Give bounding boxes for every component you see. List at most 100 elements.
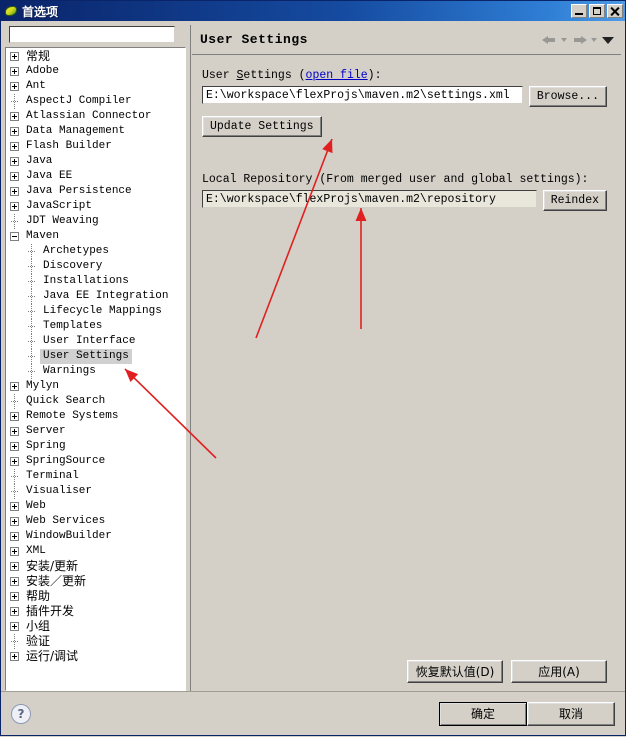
- tree-item-windowbuilder[interactable]: WindowBuilder: [6, 529, 185, 544]
- tree-item-maven[interactable]: Maven: [6, 229, 185, 244]
- view-menu-chevron-down-icon[interactable]: [601, 33, 615, 47]
- open-paren: (: [298, 69, 306, 82]
- expand-box-icon[interactable]: [8, 544, 23, 559]
- update-settings-row: Update Settings: [202, 116, 607, 137]
- ok-button[interactable]: 确定: [439, 701, 527, 726]
- expand-box-icon[interactable]: [8, 379, 23, 394]
- user-settings-path-input[interactable]: [202, 86, 523, 104]
- tree-item-[interactable]: 安装/更新: [6, 559, 185, 574]
- tree-item-java-ee[interactable]: Java EE: [6, 169, 185, 184]
- expand-box-icon[interactable]: [8, 649, 23, 664]
- expand-box-icon[interactable]: [8, 184, 23, 199]
- tree-item-[interactable]: 小组: [6, 619, 185, 634]
- question-mark-icon[interactable]: ?: [11, 703, 31, 724]
- tree-item-server[interactable]: Server: [6, 424, 185, 439]
- tree-item-jdt-weaving[interactable]: JDT Weaving: [6, 214, 185, 229]
- tree-item-[interactable]: 验证: [6, 634, 185, 649]
- tree-item-web-services[interactable]: Web Services: [6, 514, 185, 529]
- tree-item-springsource[interactable]: SpringSource: [6, 454, 185, 469]
- tree-item-user-settings[interactable]: User Settings: [6, 349, 185, 364]
- preferences-tree[interactable]: 常规 Adobe Ant AspectJ Compiler Atlassian Conn…: [5, 47, 186, 691]
- tree-item-adobe[interactable]: Adobe: [6, 64, 185, 79]
- search-input[interactable]: [9, 26, 175, 43]
- tree-item-discovery[interactable]: Discovery: [6, 259, 185, 274]
- tree-item-[interactable]: 插件开发: [6, 604, 185, 619]
- tree-item-terminal[interactable]: Terminal: [6, 469, 185, 484]
- expand-box-icon[interactable]: [8, 424, 23, 439]
- cancel-button[interactable]: 取消: [527, 701, 615, 726]
- close-button[interactable]: [607, 4, 623, 18]
- tree-item-flash-builder[interactable]: Flash Builder: [6, 139, 185, 154]
- open-file-link[interactable]: open file: [306, 69, 368, 82]
- tree-item-user-interface[interactable]: User Interface: [6, 334, 185, 349]
- eclipse-leaf-icon: [4, 4, 18, 18]
- expand-box-icon[interactable]: [8, 49, 23, 64]
- tree-item-web[interactable]: Web: [6, 499, 185, 514]
- tree-item-[interactable]: 常规: [6, 49, 185, 64]
- tree-item-visualiser[interactable]: Visualiser: [6, 484, 185, 499]
- tree-item-lifecycle-mappings[interactable]: Lifecycle Mappings: [6, 304, 185, 319]
- expand-box-icon[interactable]: [8, 604, 23, 619]
- filter-search-wrap: [5, 25, 186, 47]
- maximize-button[interactable]: [589, 4, 605, 18]
- expand-box-icon[interactable]: [8, 109, 23, 124]
- tree-item-templates[interactable]: Templates: [6, 319, 185, 334]
- expand-box-icon[interactable]: [8, 499, 23, 514]
- tree-item-java[interactable]: Java: [6, 154, 185, 169]
- expand-box-icon[interactable]: [8, 124, 23, 139]
- browse-button[interactable]: Browse...: [528, 86, 607, 107]
- tree-item-label: 插件开发: [26, 604, 75, 618]
- reindex-button[interactable]: Reindex: [542, 190, 607, 211]
- tree-item-ant[interactable]: Ant: [6, 79, 185, 94]
- expand-box-icon[interactable]: [8, 139, 23, 154]
- tree-item-label: 验证: [26, 634, 51, 648]
- restore-defaults-button[interactable]: 恢复默认值(D): [407, 660, 503, 683]
- expand-box-icon[interactable]: [8, 154, 23, 169]
- tree-item-label: Spring: [26, 440, 66, 452]
- tree-item-data-management[interactable]: Data Management: [6, 124, 185, 139]
- collapse-box-icon[interactable]: [8, 229, 23, 244]
- expand-box-icon[interactable]: [8, 64, 23, 79]
- back-history-chevron-down-icon[interactable]: [560, 33, 569, 47]
- tree-item-atlassian-connector[interactable]: Atlassian Connector: [6, 109, 185, 124]
- tree-item-java-persistence[interactable]: Java Persistence: [6, 184, 185, 199]
- tree-item-remote-systems[interactable]: Remote Systems: [6, 409, 185, 424]
- tree-item-aspectj-compiler[interactable]: AspectJ Compiler: [6, 94, 185, 109]
- tree-item-archetypes[interactable]: Archetypes: [6, 244, 185, 259]
- tree-item-installations[interactable]: Installations: [6, 274, 185, 289]
- expand-box-icon[interactable]: [8, 574, 23, 589]
- back-arrow-icon[interactable]: [541, 33, 558, 47]
- expand-box-icon[interactable]: [8, 619, 23, 634]
- tree-item-[interactable]: 运行/调试: [6, 649, 185, 664]
- tree-item-xml[interactable]: XML: [6, 544, 185, 559]
- expand-box-icon[interactable]: [8, 409, 23, 424]
- tree-item-label: 帮助: [26, 589, 51, 603]
- expand-box-icon[interactable]: [8, 514, 23, 529]
- tree-item-label: Web: [26, 500, 46, 512]
- forward-history-chevron-down-icon[interactable]: [590, 33, 599, 47]
- expand-box-icon[interactable]: [8, 589, 23, 604]
- expand-box-icon[interactable]: [8, 559, 23, 574]
- tree-item-quick-search[interactable]: Quick Search: [6, 394, 185, 409]
- tree-item-[interactable]: 帮助: [6, 589, 185, 604]
- update-settings-button[interactable]: Update Settings: [202, 116, 322, 137]
- tree-item-java-ee-integration[interactable]: Java EE Integration: [6, 289, 185, 304]
- expand-box-icon[interactable]: [8, 529, 23, 544]
- minimize-button[interactable]: [571, 4, 587, 18]
- expand-box-icon[interactable]: [8, 79, 23, 94]
- forward-arrow-icon[interactable]: [571, 33, 588, 47]
- tree-item-mylyn[interactable]: Mylyn: [6, 379, 185, 394]
- tree-item-warnings[interactable]: Warnings: [6, 364, 185, 379]
- tree-item-spring[interactable]: Spring: [6, 439, 185, 454]
- expand-box-icon[interactable]: [8, 199, 23, 214]
- local-repository-path-input[interactable]: [202, 190, 537, 208]
- expand-box-icon[interactable]: [8, 169, 23, 184]
- apply-button[interactable]: 应用(A): [511, 660, 607, 683]
- tree-item-javascript[interactable]: JavaScript: [6, 199, 185, 214]
- expand-box-icon[interactable]: [8, 439, 23, 454]
- tree-item-label: WindowBuilder: [26, 530, 112, 542]
- expand-box-icon[interactable]: [8, 454, 23, 469]
- tree-item-label: Visualiser: [26, 485, 93, 497]
- tree-item-[interactable]: 安装／更新: [6, 574, 185, 589]
